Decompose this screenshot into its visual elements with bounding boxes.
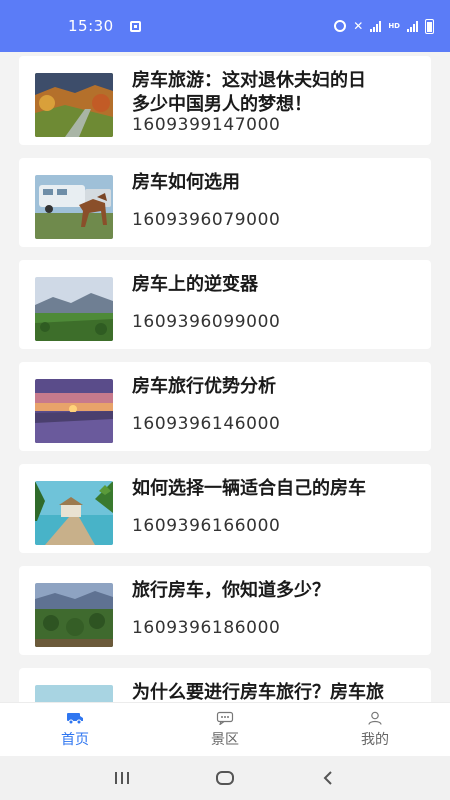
system-navigation-bar xyxy=(0,756,450,800)
tab-label: 我的 xyxy=(361,731,389,748)
article-thumbnail xyxy=(35,481,113,545)
mute-icon: ✕ xyxy=(353,19,364,33)
home-icon xyxy=(215,771,234,785)
article-card[interactable]: 如何选择一辆适合自己的房车 1609396166000 xyxy=(19,464,431,553)
tab-label: 景区 xyxy=(211,731,239,748)
bottom-tab-bar: 首页 景区 我的 xyxy=(0,702,450,756)
article-card[interactable]: 旅行房车，你知道多少？ 1609396186000 xyxy=(19,566,431,655)
recent-apps-button[interactable] xyxy=(102,763,142,793)
article-timestamp: 1609396146000 xyxy=(132,414,281,434)
article-feed[interactable]: 房车旅游：这对退休夫妇的日 多少中国男人的梦想！ 1609399147000 房… xyxy=(0,52,450,702)
chat-bubble-icon xyxy=(216,711,234,725)
person-icon xyxy=(368,711,382,725)
article-card[interactable]: 房车旅游：这对退休夫妇的日 多少中国男人的梦想！ 1609399147000 xyxy=(19,56,431,145)
article-card[interactable]: 房车如何选用 1609396079000 xyxy=(19,158,431,247)
article-timestamp: 1609399147000 xyxy=(132,115,281,135)
tab-label: 首页 xyxy=(61,731,89,748)
article-thumbnail xyxy=(35,277,113,341)
rv-icon xyxy=(67,712,83,724)
status-bar: 15:30 ✕ HD xyxy=(0,0,450,52)
recent-apps-icon xyxy=(114,772,129,784)
article-timestamp: 1609396186000 xyxy=(132,618,281,638)
article-thumbnail xyxy=(35,379,113,443)
article-card[interactable]: 为什么要进行房车旅行？房车旅 xyxy=(19,668,431,702)
battery-icon xyxy=(425,18,434,34)
article-thumbnail xyxy=(35,685,113,702)
article-timestamp: 1609396079000 xyxy=(132,210,281,230)
article-title: 房车上的逆变器 xyxy=(132,274,258,295)
article-timestamp: 1609396099000 xyxy=(132,312,281,332)
app-notification-icon xyxy=(129,20,141,32)
back-icon xyxy=(323,771,333,785)
alarm-icon xyxy=(334,20,347,32)
article-card[interactable]: 房车旅行优势分析 1609396146000 xyxy=(19,362,431,451)
article-title: 房车如何选用 xyxy=(132,172,240,193)
article-title: 旅行房车，你知道多少？ xyxy=(132,580,330,601)
tab-scenic[interactable]: 景区 xyxy=(150,703,300,756)
article-card[interactable]: 房车上的逆变器 1609396099000 xyxy=(19,260,431,349)
hd-icon: HD xyxy=(388,22,400,30)
home-button[interactable] xyxy=(205,763,245,793)
status-time: 15:30 xyxy=(68,17,114,35)
back-button[interactable] xyxy=(308,763,348,793)
article-thumbnail xyxy=(35,175,113,239)
wifi-signal-icon xyxy=(407,20,418,32)
article-thumbnail xyxy=(35,73,113,137)
signal-icon xyxy=(370,20,382,32)
article-title: 房车旅行优势分析 xyxy=(132,376,276,397)
article-title: 房车旅游：这对退休夫妇的日 多少中国男人的梦想！ xyxy=(132,70,366,115)
article-timestamp: 1609396166000 xyxy=(132,516,281,536)
article-thumbnail xyxy=(35,583,113,647)
tab-mine[interactable]: 我的 xyxy=(300,703,450,756)
article-title: 如何选择一辆适合自己的房车 xyxy=(132,478,366,499)
tab-home[interactable]: 首页 xyxy=(0,703,150,756)
article-title: 为什么要进行房车旅行？房车旅 xyxy=(132,682,384,702)
